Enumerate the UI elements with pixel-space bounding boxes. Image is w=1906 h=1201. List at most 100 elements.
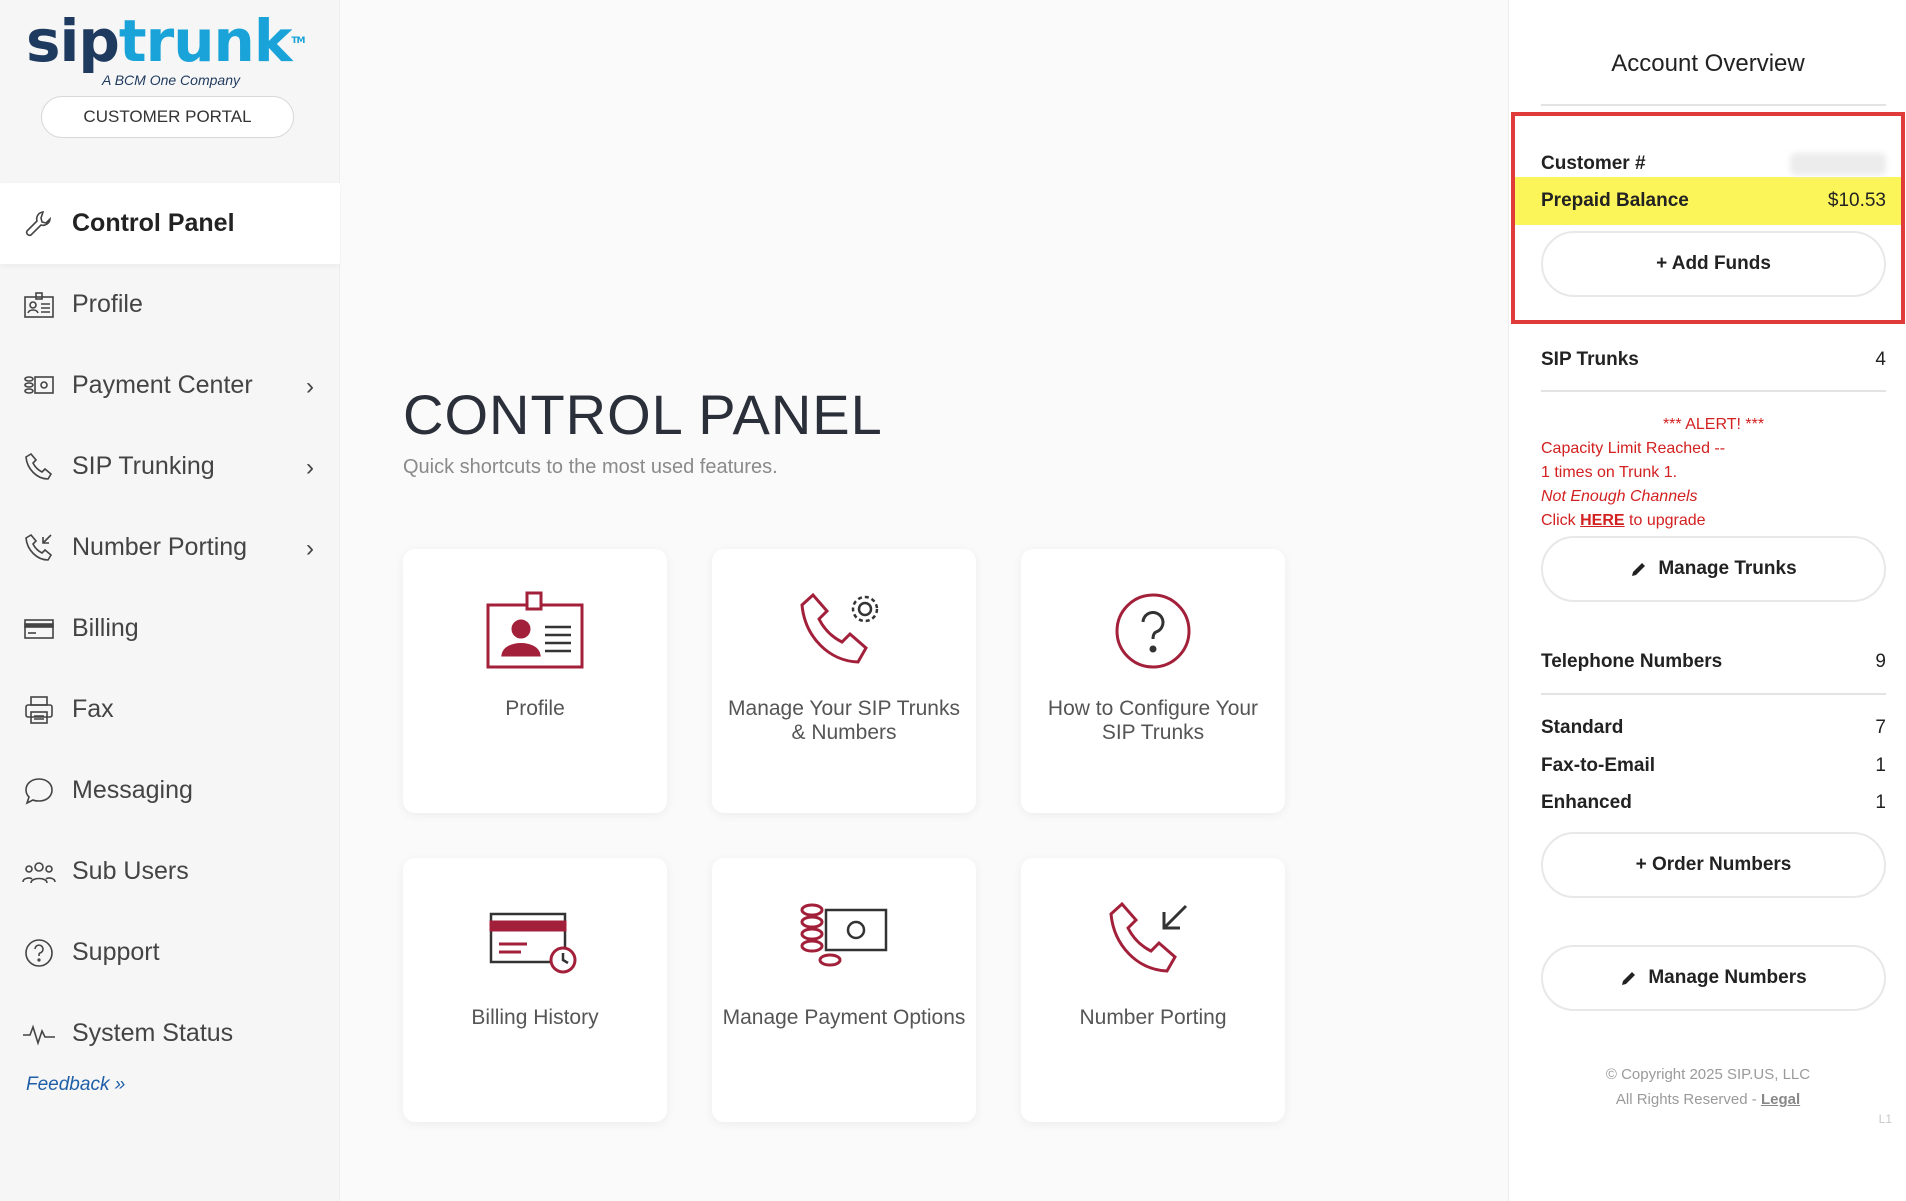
feedback-link[interactable]: Feedback » xyxy=(26,1074,125,1096)
sidebar-item-number-porting[interactable]: Number Porting › xyxy=(0,507,340,588)
telephone-numbers-row: Telephone Numbers 9 xyxy=(1541,651,1886,673)
manage-numbers-label: Manage Numbers xyxy=(1648,967,1807,988)
customer-number-label: Customer # xyxy=(1541,153,1646,174)
customer-number-redacted xyxy=(1790,153,1886,175)
capacity-alert: *** ALERT! *** Capacity Limit Reached --… xyxy=(1541,413,1886,533)
card-label: Manage Payment Options xyxy=(722,1006,966,1029)
question-circle-icon xyxy=(1021,591,1285,681)
manage-numbers-button[interactable]: Manage Numbers xyxy=(1541,945,1886,1011)
rights-text: All Rights Reserved - xyxy=(1615,1091,1757,1108)
siptrunk-logo[interactable]: siptrunkTM A BCM One Company xyxy=(26,10,316,90)
standard-count: 7 xyxy=(1875,717,1886,738)
telephone-numbers-label: Telephone Numbers xyxy=(1541,651,1723,672)
sip-trunks-count: 4 xyxy=(1875,349,1886,370)
logo-sip: sip xyxy=(26,7,120,75)
add-funds-button[interactable]: + Add Funds xyxy=(1541,231,1886,297)
customer-portal-button[interactable]: CUSTOMER PORTAL xyxy=(41,96,294,138)
sidebar-item-control-panel[interactable]: Control Panel xyxy=(0,183,340,264)
page-subtitle: Quick shortcuts to the most used feature… xyxy=(403,456,778,478)
sidebar-item-label: Profile xyxy=(72,290,143,318)
alert-line: Capacity Limit Reached -- xyxy=(1541,440,1726,457)
sip-trunks-label: SIP Trunks xyxy=(1541,349,1639,370)
account-overview-panel: Account Overview Customer # Prepaid Bala… xyxy=(1508,0,1906,1201)
card-label: Manage Your SIP Trunks & Numbers xyxy=(728,697,960,744)
fax-to-email-row: Fax-to-Email 1 xyxy=(1541,755,1886,777)
account-overview-title: Account Overview xyxy=(1611,50,1805,77)
id-card-icon xyxy=(403,591,667,681)
logo-trunk: trunk xyxy=(118,7,292,75)
fax-to-email-count: 1 xyxy=(1875,755,1886,776)
phone-icon xyxy=(22,450,56,484)
manage-trunks-label: Manage Trunks xyxy=(1658,558,1797,579)
sidebar-nav: Control Panel Profile Payment Center › S… xyxy=(0,183,340,1074)
prepaid-balance-label: Prepaid Balance xyxy=(1541,190,1689,211)
sidebar-item-label: SIP Trunking xyxy=(72,452,215,480)
enhanced-label: Enhanced xyxy=(1541,792,1632,813)
pencil-icon xyxy=(1630,560,1648,578)
legal-link[interactable]: Legal xyxy=(1761,1091,1800,1108)
card-manage-sip-trunks[interactable]: Manage Your SIP Trunks & Numbers xyxy=(712,549,976,813)
phone-incoming-icon xyxy=(22,531,56,565)
sidebar-item-payment-center[interactable]: Payment Center › xyxy=(0,345,340,426)
version-label: L1 xyxy=(1878,1112,1892,1126)
question-icon xyxy=(22,936,56,970)
sidebar-item-support[interactable]: Support xyxy=(0,912,340,993)
main-content: CONTROL PANEL Quick shortcuts to the mos… xyxy=(341,0,1508,1201)
prepaid-balance-value: $10.53 xyxy=(1827,190,1886,211)
pencil-icon xyxy=(1620,969,1638,987)
sidebar-item-label: Billing xyxy=(72,614,139,642)
alert-click-text: Click xyxy=(1541,512,1576,529)
prepaid-balance-row: Prepaid Balance $10.53 xyxy=(1541,190,1886,212)
sidebar-item-profile[interactable]: Profile xyxy=(0,264,340,345)
sidebar-item-label: Support xyxy=(72,938,160,966)
alert-upgrade-text: to upgrade xyxy=(1629,512,1706,529)
sidebar-item-label: Number Porting xyxy=(72,533,248,561)
coins-bill-icon xyxy=(712,900,976,990)
sidebar-item-sip-trunking[interactable]: SIP Trunking › xyxy=(0,426,340,507)
card-manage-payment-options[interactable]: Manage Payment Options xyxy=(712,858,976,1122)
users-icon xyxy=(22,855,56,889)
sidebar-item-sub-users[interactable]: Sub Users xyxy=(0,831,340,912)
card-number-porting[interactable]: Number Porting xyxy=(1021,858,1285,1122)
sidebar-item-messaging[interactable]: Messaging xyxy=(0,750,340,831)
chevron-right-icon: › xyxy=(306,454,314,481)
alert-line: 1 times on Trunk 1. xyxy=(1541,464,1678,481)
card-billing-history[interactable]: Billing History xyxy=(403,858,667,1122)
copyright-text: © Copyright 2025 SIP.US, LLC xyxy=(1605,1066,1811,1083)
sidebar-item-system-status[interactable]: System Status xyxy=(0,993,340,1074)
logo-tagline: A BCM One Company xyxy=(102,72,240,88)
phone-gear-icon xyxy=(712,591,976,681)
sidebar-item-fax[interactable]: Fax xyxy=(0,669,340,750)
card-label: Profile xyxy=(505,697,565,720)
sip-trunks-row: SIP Trunks 4 xyxy=(1541,349,1886,371)
divider xyxy=(1541,693,1886,695)
chevron-right-icon: › xyxy=(306,535,314,562)
standard-label: Standard xyxy=(1541,717,1624,738)
page-title: CONTROL PANEL xyxy=(403,383,883,446)
manage-trunks-button[interactable]: Manage Trunks xyxy=(1541,536,1886,602)
sidebar-item-billing[interactable]: Billing xyxy=(0,588,340,669)
id-card-icon xyxy=(22,288,56,322)
card-configure-sip-trunks[interactable]: How to Configure Your SIP Trunks xyxy=(1021,549,1285,813)
pulse-icon xyxy=(22,1017,56,1051)
standard-row: Standard 7 xyxy=(1541,717,1886,739)
sidebar-item-label: System Status xyxy=(72,1019,234,1047)
alert-upgrade-line: Click HERE to upgrade xyxy=(1541,509,1886,533)
sidebar: siptrunkTM A BCM One Company CUSTOMER PO… xyxy=(0,0,340,1201)
card-profile[interactable]: Profile xyxy=(403,549,667,813)
chevron-right-icon: › xyxy=(306,373,314,400)
fax-to-email-label: Fax-to-Email xyxy=(1541,755,1656,776)
upgrade-here-link[interactable]: HERE xyxy=(1580,512,1624,529)
enhanced-count: 1 xyxy=(1875,792,1886,813)
credit-card-icon xyxy=(22,612,56,646)
sidebar-item-label: Payment Center xyxy=(72,371,253,399)
sidebar-item-label: Fax xyxy=(72,695,114,723)
divider xyxy=(1541,390,1886,392)
telephone-numbers-count: 9 xyxy=(1875,651,1886,672)
order-numbers-button[interactable]: + Order Numbers xyxy=(1541,832,1886,898)
copyright: © Copyright 2025 SIP.US, LLC All Rights … xyxy=(1509,1062,1906,1112)
printer-icon xyxy=(22,693,56,727)
sidebar-item-label: Sub Users xyxy=(72,857,189,885)
divider xyxy=(1541,104,1886,106)
card-label: How to Configure Your SIP Trunks xyxy=(1047,697,1259,744)
